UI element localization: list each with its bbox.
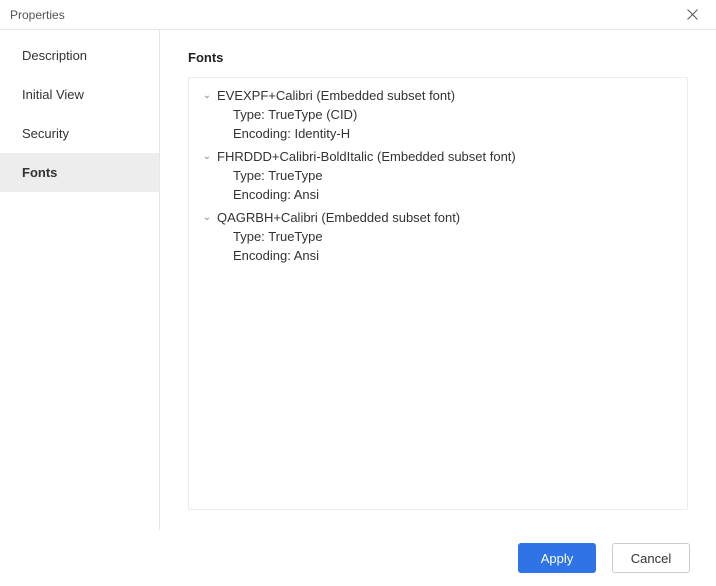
font-encoding-value: Identity-H xyxy=(294,126,350,141)
font-name: QAGRBH+Calibri (Embedded subset font) xyxy=(217,210,460,225)
close-icon xyxy=(687,9,698,20)
window-title: Properties xyxy=(10,8,678,22)
sidebar-item-label: Security xyxy=(22,126,69,141)
font-type-label: Type: xyxy=(233,229,265,244)
font-item: ⌄ EVEXPF+Calibri (Embedded subset font) … xyxy=(199,86,677,143)
font-item: ⌄ QAGRBH+Calibri (Embedded subset font) … xyxy=(199,208,677,265)
sidebar: Description Initial View Security Fonts xyxy=(0,30,160,530)
font-encoding-label: Encoding: xyxy=(233,126,291,141)
sidebar-item-fonts[interactable]: Fonts xyxy=(0,153,159,192)
cancel-button[interactable]: Cancel xyxy=(612,543,690,573)
titlebar: Properties xyxy=(0,0,716,30)
font-encoding-label: Encoding: xyxy=(233,248,291,263)
font-encoding-label: Encoding: xyxy=(233,187,291,202)
main-panel: Fonts ⌄ EVEXPF+Calibri (Embedded subset … xyxy=(160,30,716,530)
font-item-header[interactable]: ⌄ FHRDDD+Calibri-BoldItalic (Embedded su… xyxy=(199,147,677,166)
font-type-value: TrueType xyxy=(268,229,322,244)
font-name: FHRDDD+Calibri-BoldItalic (Embedded subs… xyxy=(217,149,516,164)
font-encoding-value: Ansi xyxy=(294,187,319,202)
sidebar-item-security[interactable]: Security xyxy=(0,114,159,153)
font-encoding-value: Ansi xyxy=(294,248,319,263)
section-title: Fonts xyxy=(188,50,688,65)
font-encoding-row: Encoding: Ansi xyxy=(199,246,677,265)
close-button[interactable] xyxy=(678,1,706,29)
font-type-label: Type: xyxy=(233,168,265,183)
sidebar-item-initial-view[interactable]: Initial View xyxy=(0,75,159,114)
sidebar-item-label: Initial View xyxy=(22,87,84,102)
font-encoding-row: Encoding: Ansi xyxy=(199,185,677,204)
fonts-panel: ⌄ EVEXPF+Calibri (Embedded subset font) … xyxy=(188,77,688,510)
font-type-value: TrueType xyxy=(268,168,322,183)
font-item-header[interactable]: ⌄ QAGRBH+Calibri (Embedded subset font) xyxy=(199,208,677,227)
font-type-label: Type: xyxy=(233,107,265,122)
sidebar-item-label: Fonts xyxy=(22,165,57,180)
font-type-value: TrueType (CID) xyxy=(268,107,357,122)
font-item: ⌄ FHRDDD+Calibri-BoldItalic (Embedded su… xyxy=(199,147,677,204)
apply-button[interactable]: Apply xyxy=(518,543,596,573)
sidebar-item-description[interactable]: Description xyxy=(0,36,159,75)
footer: Apply Cancel xyxy=(0,530,716,586)
font-name: EVEXPF+Calibri (Embedded subset font) xyxy=(217,88,455,103)
font-type-row: Type: TrueType xyxy=(199,166,677,185)
chevron-down-icon: ⌄ xyxy=(199,90,215,101)
chevron-down-icon: ⌄ xyxy=(199,212,215,223)
sidebar-item-label: Description xyxy=(22,48,87,63)
chevron-down-icon: ⌄ xyxy=(199,151,215,162)
font-encoding-row: Encoding: Identity-H xyxy=(199,124,677,143)
font-item-header[interactable]: ⌄ EVEXPF+Calibri (Embedded subset font) xyxy=(199,86,677,105)
font-type-row: Type: TrueType (CID) xyxy=(199,105,677,124)
font-type-row: Type: TrueType xyxy=(199,227,677,246)
